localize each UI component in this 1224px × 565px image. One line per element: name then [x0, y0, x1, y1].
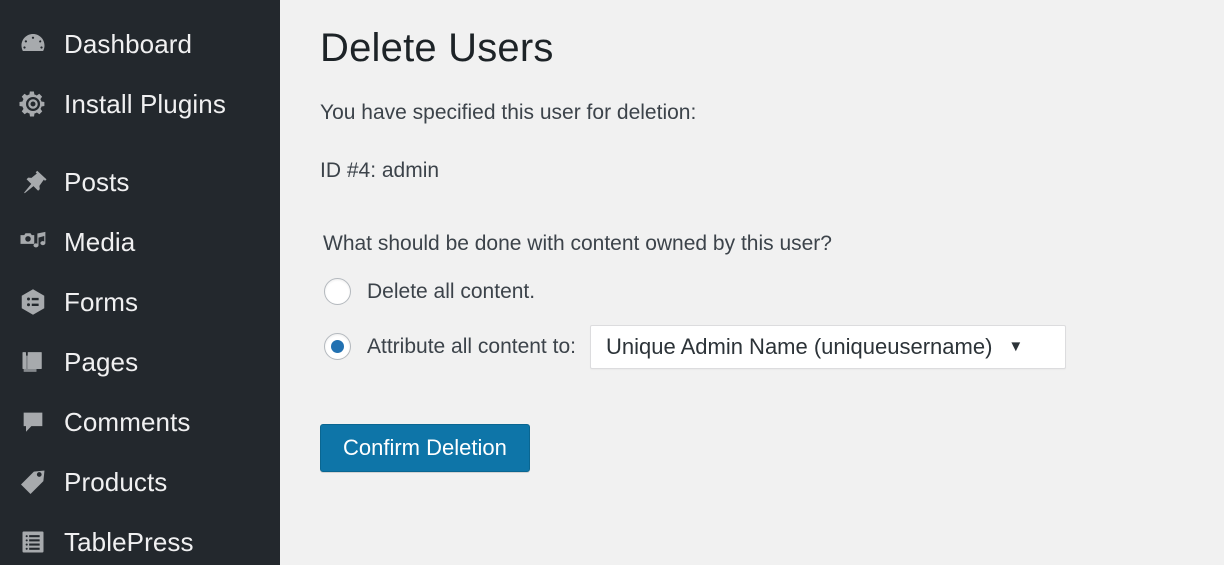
sidebar-item-forms[interactable]: Forms [0, 272, 280, 332]
hexagon-list-icon [13, 282, 53, 322]
sidebar-item-pages[interactable]: Pages [0, 332, 280, 392]
sidebar-item-comments[interactable]: Comments [0, 392, 280, 452]
content-ownership-question: What should be done with content owned b… [323, 231, 832, 255]
page-title: Delete Users [320, 26, 554, 70]
sidebar-item-tablepress[interactable]: TablePress [0, 512, 280, 565]
deletion-notice-text: You have specified this user for deletio… [320, 101, 697, 124]
sidebar-item-label: Dashboard [64, 29, 193, 59]
sidebar-item-label: Forms [64, 287, 139, 317]
gear-icon [13, 84, 53, 124]
user-id-line: ID #4: admin [320, 159, 440, 183]
confirm-deletion-button[interactable]: Confirm Deletion [320, 423, 530, 472]
sidebar-separator [0, 134, 280, 152]
pushpin-icon [13, 162, 53, 202]
radio-attribute-all-content[interactable] [324, 333, 351, 361]
sidebar-item-posts[interactable]: Posts [0, 152, 280, 212]
sidebar-item-media[interactable]: Media [0, 212, 280, 272]
sidebar-item-label: Posts [64, 167, 130, 197]
reassign-user-select[interactable]: Unique Admin Name (uniqueusername) ▼ [589, 324, 1066, 369]
wordpress-admin-screen: Dashboard Install Plugins Posts Media Fo… [0, 0, 1224, 565]
pages-stack-icon [13, 342, 53, 382]
camera-music-icon [13, 222, 53, 262]
table-list-icon [13, 522, 53, 562]
option-attribute-content[interactable]: Attribute all content to: Unique Admin N… [320, 324, 1224, 369]
reassign-user-select-value: Unique Admin Name (uniqueusername) [605, 333, 993, 359]
sidebar-item-label: Comments [64, 407, 191, 437]
sidebar-item-products[interactable]: Products [0, 452, 280, 512]
sidebar-item-label: Media [64, 227, 136, 257]
sidebar-item-install-plugins[interactable]: Install Plugins [0, 74, 280, 134]
chevron-down-icon: ▼ [1008, 338, 1024, 356]
sidebar-item-label: Pages [64, 347, 139, 377]
radio-label-attribute-all-content[interactable]: Attribute all content to: [367, 336, 576, 357]
option-delete-all-content[interactable]: Delete all content. [320, 277, 1224, 305]
admin-sidebar: Dashboard Install Plugins Posts Media Fo… [0, 0, 280, 565]
dashboard-gauge-icon [13, 24, 53, 64]
speech-bubble-icon [13, 402, 53, 442]
sidebar-item-dashboard[interactable]: Dashboard [0, 14, 280, 74]
main-content: Delete Users You have specified this use… [280, 0, 1224, 565]
price-tag-icon [13, 462, 53, 502]
sidebar-item-label: Products [64, 467, 168, 497]
sidebar-item-label: TablePress [64, 527, 194, 557]
radio-label-delete-all-content[interactable]: Delete all content. [367, 281, 535, 302]
sidebar-item-label: Install Plugins [64, 89, 226, 119]
radio-delete-all-content[interactable] [324, 277, 351, 305]
